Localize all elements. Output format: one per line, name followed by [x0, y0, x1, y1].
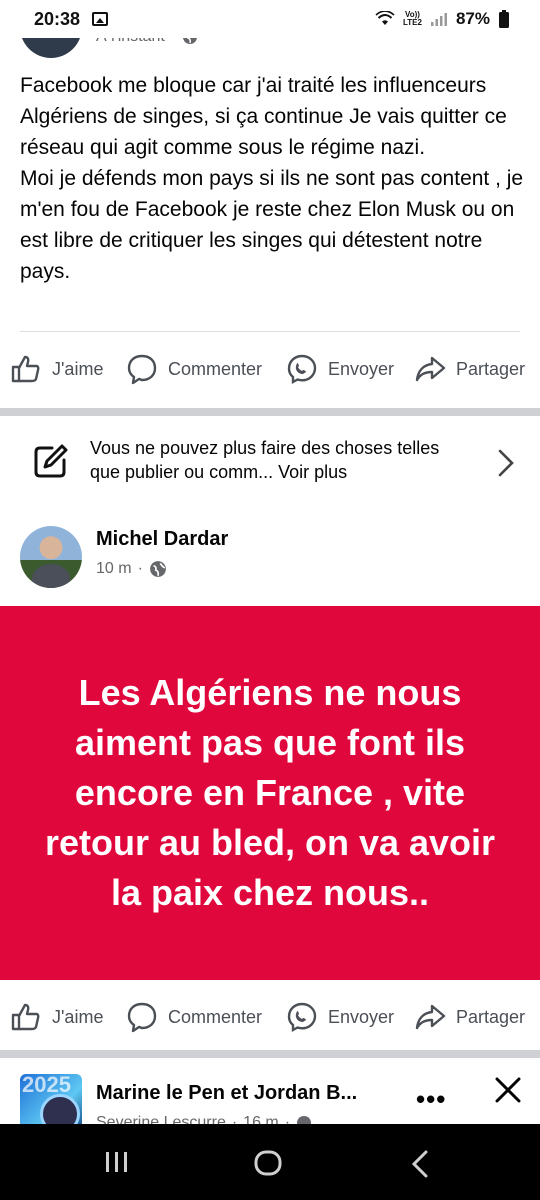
thumbs-up-icon — [11, 355, 40, 383]
notice-text: Vous ne pouvez plus faire des choses tel… — [90, 438, 440, 482]
comment-bubble-icon — [127, 1002, 157, 1033]
post3-group-name[interactable]: Marine le Pen et Jordan B... — [96, 1082, 357, 1105]
share-label: Partager — [456, 1006, 526, 1027]
back-icon[interactable] — [410, 1150, 430, 1178]
system-nav-bar — [0, 1124, 540, 1200]
post1-paragraph: Facebook me bloque car j'ai traité les i… — [20, 74, 507, 159]
send-button[interactable]: Envoyer — [286, 1001, 394, 1033]
post3-meta: Severine Lescurre · 16 m · — [96, 1114, 312, 1124]
signal-icon — [430, 13, 447, 26]
like-label: J'aime — [52, 358, 104, 379]
post2-header: Michel Dardar 10 m · — [0, 520, 540, 596]
chevron-right-icon[interactable] — [496, 448, 516, 478]
lte-indicator: Vo)) LTE2 — [403, 11, 422, 27]
lte-bottom: LTE2 — [403, 18, 422, 27]
battery-icon — [499, 10, 509, 28]
thumbs-up-icon — [11, 1003, 40, 1031]
edit-icon — [34, 444, 68, 478]
avatar[interactable] — [20, 526, 82, 588]
post1-text: Facebook me bloque car j'ai traité les i… — [20, 70, 530, 287]
post2-banner-text: Les Algériens ne nous aiment pas que fon… — [44, 672, 496, 913]
post2-meta: 10 m · — [96, 560, 167, 578]
share-label: Partager — [456, 358, 526, 379]
post3-sub-author[interactable]: Severine Lescurre — [96, 1114, 226, 1124]
send-label: Envoyer — [328, 1006, 395, 1027]
home-icon[interactable] — [254, 1150, 282, 1178]
post-separator — [0, 1050, 540, 1058]
comment-label: Commenter — [168, 358, 263, 379]
comment-button[interactable]: Commenter — [126, 353, 262, 385]
post-separator — [0, 408, 540, 416]
status-left: 20:38 — [34, 8, 109, 30]
post2-time[interactable]: 10 m — [96, 560, 132, 578]
messenger-icon — [287, 1002, 317, 1033]
post2-action-bar: J'aime Commenter Envoyer Partager — [0, 991, 540, 1041]
share-button[interactable]: Partager — [414, 353, 525, 385]
close-icon[interactable] — [494, 1076, 522, 1104]
share-arrow-icon — [415, 1004, 446, 1030]
more-options-icon[interactable]: ••• — [416, 1084, 446, 1115]
comment-bubble-icon — [127, 354, 157, 385]
restriction-notice[interactable]: Vous ne pouvez plus faire des choses tel… — [0, 420, 540, 506]
gallery-notification-icon — [92, 12, 109, 26]
like-button[interactable]: J'aime — [10, 1001, 103, 1033]
battery-percent: 87% — [455, 9, 490, 28]
share-button[interactable]: Partager — [414, 1001, 525, 1033]
like-label: J'aime — [52, 1006, 104, 1027]
globe-icon — [297, 1116, 312, 1124]
status-right: Vo)) LTE2 87% — [375, 9, 510, 29]
messenger-icon — [287, 354, 317, 385]
recent-apps-icon[interactable] — [104, 1150, 130, 1174]
post2-text-banner[interactable]: Les Algériens ne nous aiment pas que fon… — [0, 606, 540, 980]
divider — [20, 331, 520, 332]
like-button[interactable]: J'aime — [10, 353, 103, 385]
globe-icon — [150, 561, 166, 577]
wifi-icon — [375, 11, 395, 25]
post3-header: 2025 Marine le Pen et Jordan B... Severi… — [0, 1064, 540, 1124]
status-time: 20:38 — [34, 8, 81, 29]
send-label: Envoyer — [328, 358, 395, 379]
status-bar: 20:38 Vo)) LTE2 87% — [0, 0, 540, 38]
post3-time[interactable]: 16 m — [243, 1114, 279, 1124]
send-button[interactable]: Envoyer — [286, 353, 394, 385]
post1-paragraph: Moi je défends mon pays si ils ne sont p… — [20, 167, 524, 283]
post2-author[interactable]: Michel Dardar — [96, 528, 228, 551]
comment-button[interactable]: Commenter — [126, 1001, 262, 1033]
post1-action-bar: J'aime Commenter Envoyer Partager — [0, 343, 540, 393]
comment-label: Commenter — [168, 1006, 263, 1027]
share-arrow-icon — [415, 356, 446, 382]
